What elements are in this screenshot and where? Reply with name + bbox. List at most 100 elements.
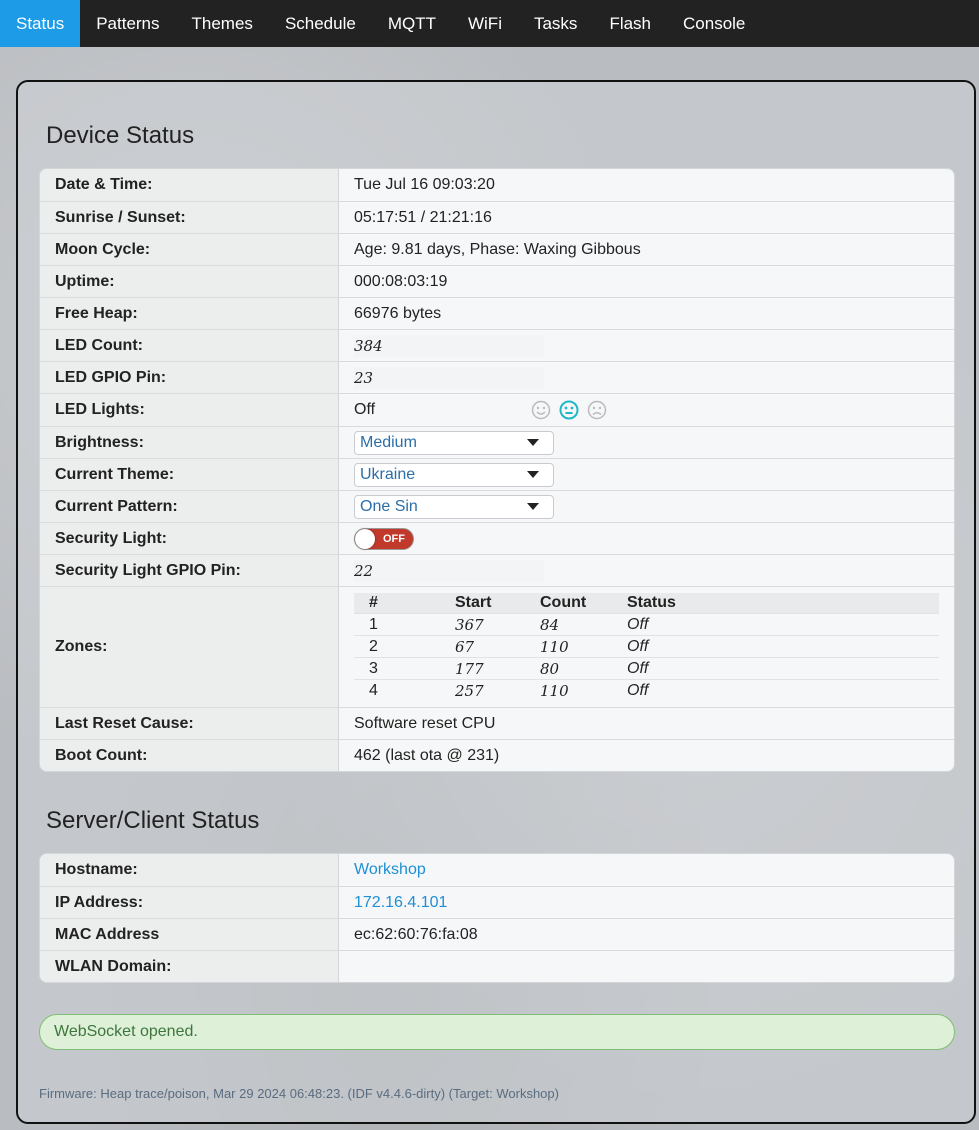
- led-gpio-pin-cell: 23: [339, 362, 954, 393]
- tab-status[interactable]: Status: [0, 0, 81, 47]
- date-time-value: Tue Jul 16 09:03:20: [354, 176, 495, 193]
- zone-row: 2 67 110 Off: [354, 635, 939, 657]
- theme-selected: Ukraine: [360, 465, 416, 483]
- zone-start[interactable]: 367: [455, 616, 540, 634]
- chevron-down-icon: [527, 503, 539, 510]
- table-row: Sunrise / Sunset: 05:17:51 / 21:21:16: [40, 201, 954, 233]
- zone-row: 4 257 110 Off: [354, 679, 939, 701]
- zone-id: 1: [369, 615, 378, 633]
- ip-address-link[interactable]: 172.16.4.101: [339, 887, 954, 918]
- zone-start[interactable]: 67: [455, 638, 540, 656]
- server-status-title: Server/Client Status: [46, 807, 260, 834]
- table-row: LED Lights: Off: [40, 393, 954, 426]
- tab-themes[interactable]: Themes: [176, 0, 269, 47]
- free-heap-value: 66976 bytes: [354, 304, 442, 322]
- zone-count[interactable]: 110: [540, 682, 627, 700]
- moon-cycle-value: Age: 9.81 days, Phase: Waxing Gibbous: [354, 240, 641, 258]
- brightness-selected: Medium: [360, 433, 417, 451]
- tab-flash[interactable]: Flash: [593, 0, 667, 47]
- hostname-link[interactable]: Workshop: [339, 854, 954, 886]
- table-row: Boot Count: 462 (last ota @ 231): [40, 739, 954, 771]
- led-gpio-pin-input[interactable]: 23: [354, 366, 544, 389]
- pattern-selected: One Sin: [360, 497, 418, 515]
- zone-id: 2: [369, 637, 378, 655]
- table-row: Security Light GPIO Pin: 22: [40, 554, 954, 586]
- tab-console[interactable]: Console: [667, 0, 761, 47]
- hostname-label: Hostname:: [40, 854, 339, 886]
- zone-status: Off: [627, 681, 649, 699]
- zones-header-start: Start: [455, 594, 492, 611]
- zone-count[interactable]: 110: [540, 638, 627, 656]
- wlan-domain-value: [339, 951, 954, 982]
- moon-cycle-label: Moon Cycle:: [40, 234, 339, 265]
- zone-row: 3 177 80 Off: [354, 657, 939, 679]
- uptime-label: Uptime:: [40, 266, 339, 297]
- current-theme-label: Current Theme:: [40, 459, 339, 490]
- zones-label: Zones:: [40, 587, 339, 707]
- brightness-label: Brightness:: [40, 427, 339, 458]
- zone-status: Off: [627, 615, 649, 633]
- table-row: Moon Cycle: Age: 9.81 days, Phase: Waxin…: [40, 233, 954, 265]
- zones-header-status: Status: [627, 594, 676, 611]
- table-row: Security Light: OFF: [40, 522, 954, 554]
- tab-wifi[interactable]: WiFi: [452, 0, 518, 47]
- tab-mqtt[interactable]: MQTT: [372, 0, 452, 47]
- zone-start[interactable]: 177: [455, 660, 540, 678]
- table-row: Last Reset Cause: Software reset CPU: [40, 707, 954, 739]
- zone-status: Off: [627, 659, 649, 677]
- brightness-select[interactable]: Medium: [354, 430, 554, 455]
- table-row: Zones: # Start Count Status 1 367 84 Off: [40, 586, 954, 707]
- tab-patterns[interactable]: Patterns: [80, 0, 175, 47]
- main-navbar: Status Patterns Themes Schedule MQTT WiF…: [0, 0, 979, 47]
- security-light-cell: OFF: [339, 523, 954, 554]
- wlan-domain-label: WLAN Domain:: [40, 951, 339, 982]
- frown-icon[interactable]: [587, 400, 607, 420]
- led-lights-cell: Off: [339, 394, 954, 426]
- table-row: WLAN Domain:: [40, 950, 954, 982]
- zones-header-num: #: [369, 594, 378, 611]
- led-lights-controls: [531, 400, 607, 420]
- led-lights-label: LED Lights:: [40, 394, 339, 426]
- server-status-table: Hostname: Workshop IP Address: 172.16.4.…: [39, 853, 955, 983]
- theme-select[interactable]: Ukraine: [354, 462, 554, 487]
- zones-header: # Start Count Status: [354, 593, 939, 613]
- led-lights-value: Off: [354, 401, 376, 418]
- last-reset-value: Software reset CPU: [354, 714, 496, 732]
- current-pattern-cell: One Sin: [339, 491, 954, 522]
- device-status-title: Device Status: [46, 122, 195, 149]
- mac-address-value: ec:62:60:76:fa:08: [354, 925, 478, 943]
- led-count-label: LED Count:: [40, 330, 339, 361]
- boot-count-label: Boot Count:: [40, 740, 339, 771]
- security-light-gpio-label: Security Light GPIO Pin:: [40, 555, 339, 586]
- security-light-label: Security Light:: [40, 523, 339, 554]
- led-count-cell: 384: [339, 330, 954, 361]
- chevron-down-icon: [527, 439, 539, 446]
- table-row: Uptime: 000:08:03:19: [40, 265, 954, 297]
- security-light-gpio-input[interactable]: 22: [354, 559, 544, 582]
- tab-tasks[interactable]: Tasks: [518, 0, 593, 47]
- table-row: Brightness: Medium: [40, 426, 954, 458]
- pattern-select[interactable]: One Sin: [354, 494, 554, 519]
- zone-id: 3: [369, 659, 378, 677]
- led-gpio-pin-label: LED GPIO Pin:: [40, 362, 339, 393]
- security-light-toggle[interactable]: OFF: [354, 527, 414, 550]
- websocket-alert: WebSocket opened.: [39, 1014, 955, 1050]
- zone-status: Off: [627, 637, 649, 655]
- zone-count[interactable]: 84: [540, 616, 627, 634]
- led-count-input[interactable]: 384: [354, 334, 544, 357]
- current-theme-cell: Ukraine: [339, 459, 954, 490]
- sunrise-sunset-value: 05:17:51 / 21:21:16: [354, 208, 492, 226]
- table-row: Current Pattern: One Sin: [40, 490, 954, 522]
- zone-count[interactable]: 80: [540, 660, 627, 678]
- table-row: LED Count: 384: [40, 329, 954, 361]
- sunrise-sunset-label: Sunrise / Sunset:: [40, 202, 339, 233]
- neutral-face-icon[interactable]: [559, 400, 579, 420]
- tab-schedule[interactable]: Schedule: [269, 0, 372, 47]
- zone-start[interactable]: 257: [455, 682, 540, 700]
- smile-icon[interactable]: [531, 400, 551, 420]
- device-status-table: Date & Time: Tue Jul 16 09:03:20 Sunrise…: [39, 168, 955, 772]
- brightness-cell: Medium: [339, 427, 954, 458]
- toggle-knob: [355, 528, 375, 549]
- table-row: Hostname: Workshop: [40, 854, 954, 886]
- zones-header-count: Count: [540, 594, 587, 611]
